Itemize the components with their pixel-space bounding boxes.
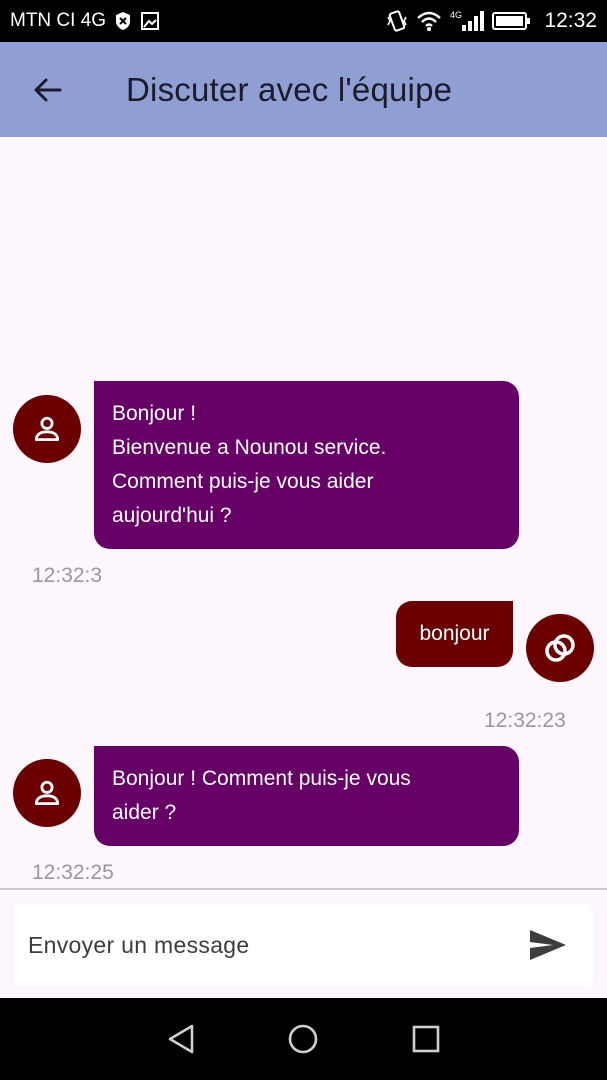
message-bubble-bot: Bonjour ! Comment puis-je vous aider ? <box>94 746 519 846</box>
clock: 12:32 <box>544 9 597 32</box>
signal-icon: 4G <box>450 9 485 33</box>
user-avatar <box>526 614 594 682</box>
message-timestamp: 12:32:25 <box>32 861 114 884</box>
status-left: MTN CI 4G <box>10 10 160 32</box>
message-bubble-user: bonjour <box>396 601 513 667</box>
message-input[interactable] <box>28 915 498 975</box>
status-bar: MTN CI 4G 4G 12:32 <box>0 0 607 42</box>
nav-back-button[interactable] <box>151 1009 211 1069</box>
send-icon <box>530 930 566 960</box>
system-nav-bar <box>0 998 607 1080</box>
back-button[interactable] <box>18 60 78 120</box>
message-line: aider ? <box>112 801 177 824</box>
message-line: Bonjour ! <box>112 402 197 425</box>
message-line: Bonjour ! Comment puis-je vous <box>112 767 411 790</box>
status-right: 4G 12:32 <box>386 9 597 33</box>
nav-recents-button[interactable] <box>396 1009 456 1069</box>
nav-recents-icon <box>412 1025 440 1053</box>
message-line: aujourd'hui ? <box>112 504 232 527</box>
battery-icon <box>492 11 532 31</box>
send-button[interactable] <box>518 915 578 975</box>
carrier-label: MTN CI 4G <box>10 10 107 31</box>
bot-avatar <box>13 759 81 827</box>
page-title: Discuter avec l'équipe <box>126 70 453 108</box>
message-line: Comment puis-je vous aider <box>112 470 374 493</box>
chat-messages[interactable]: Bonjour ! Bienvenue a Nounou service. Co… <box>0 137 607 889</box>
nav-home-button[interactable] <box>273 1009 333 1069</box>
vibrate-icon <box>386 9 408 33</box>
network-type-label: 4G <box>450 10 462 20</box>
person-icon <box>34 780 60 806</box>
nav-home-icon <box>289 1024 318 1054</box>
message-line: bonjour <box>419 622 490 645</box>
message-timestamp: 12:32:3 <box>32 564 103 587</box>
arrow-back-icon <box>34 78 62 101</box>
nav-back-icon <box>168 1024 194 1054</box>
rings-icon <box>545 634 575 662</box>
bot-avatar <box>13 395 81 463</box>
message-line: Bienvenue a Nounou service. <box>112 436 387 459</box>
person-icon <box>34 416 60 442</box>
message-composer <box>14 904 593 986</box>
composer-divider <box>0 888 607 890</box>
wifi-icon <box>416 10 442 32</box>
image-icon <box>140 11 160 31</box>
message-timestamp: 12:32:23 <box>484 709 566 732</box>
shield-icon <box>114 11 132 31</box>
app-bar: Discuter avec l'équipe <box>0 42 607 137</box>
message-bubble-bot: Bonjour ! Bienvenue a Nounou service. Co… <box>94 381 519 549</box>
